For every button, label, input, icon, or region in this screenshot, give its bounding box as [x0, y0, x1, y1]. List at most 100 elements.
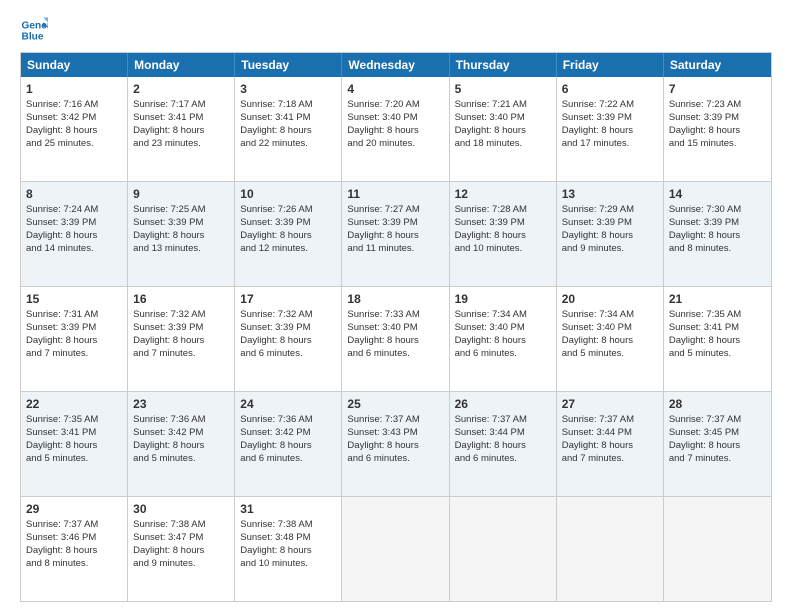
day-number: 5: [455, 81, 551, 97]
day-info-line: Sunrise: 7:35 AM: [669, 309, 766, 322]
header-day-sunday: Sunday: [21, 53, 128, 77]
day-cell-31: 31Sunrise: 7:38 AMSunset: 3:48 PMDayligh…: [235, 497, 342, 601]
day-info-line: Daylight: 8 hours: [562, 125, 658, 138]
header-day-thursday: Thursday: [450, 53, 557, 77]
day-info-line: Sunset: 3:39 PM: [133, 217, 229, 230]
day-info-line: Sunrise: 7:34 AM: [455, 309, 551, 322]
day-info-line: Daylight: 8 hours: [347, 125, 443, 138]
day-info-line: Daylight: 8 hours: [669, 125, 766, 138]
day-info-line: Sunset: 3:40 PM: [347, 112, 443, 125]
day-number: 19: [455, 291, 551, 307]
day-info-line: Sunrise: 7:37 AM: [347, 414, 443, 427]
day-cell-27: 27Sunrise: 7:37 AMSunset: 3:44 PMDayligh…: [557, 392, 664, 496]
day-number: 25: [347, 396, 443, 412]
day-info-line: Sunrise: 7:23 AM: [669, 99, 766, 112]
day-number: 20: [562, 291, 658, 307]
day-info-line: Daylight: 8 hours: [562, 440, 658, 453]
calendar-row-2: 8Sunrise: 7:24 AMSunset: 3:39 PMDaylight…: [21, 182, 771, 287]
day-info-line: Daylight: 8 hours: [26, 230, 122, 243]
day-number: 9: [133, 186, 229, 202]
day-info-line: Sunset: 3:40 PM: [455, 112, 551, 125]
day-info-line: Sunset: 3:44 PM: [455, 427, 551, 440]
header-day-saturday: Saturday: [664, 53, 771, 77]
day-info-line: Sunrise: 7:28 AM: [455, 204, 551, 217]
day-info-line: and 15 minutes.: [669, 138, 766, 151]
day-info-line: Daylight: 8 hours: [455, 335, 551, 348]
empty-cell: [557, 497, 664, 601]
day-number: 2: [133, 81, 229, 97]
day-cell-12: 12Sunrise: 7:28 AMSunset: 3:39 PMDayligh…: [450, 182, 557, 286]
day-info-line: Daylight: 8 hours: [240, 335, 336, 348]
day-info-line: and 9 minutes.: [562, 243, 658, 256]
day-cell-29: 29Sunrise: 7:37 AMSunset: 3:46 PMDayligh…: [21, 497, 128, 601]
day-cell-6: 6Sunrise: 7:22 AMSunset: 3:39 PMDaylight…: [557, 77, 664, 181]
day-cell-24: 24Sunrise: 7:36 AMSunset: 3:42 PMDayligh…: [235, 392, 342, 496]
day-number: 17: [240, 291, 336, 307]
day-info-line: Sunset: 3:40 PM: [562, 322, 658, 335]
day-info-line: Sunset: 3:47 PM: [133, 532, 229, 545]
day-cell-23: 23Sunrise: 7:36 AMSunset: 3:42 PMDayligh…: [128, 392, 235, 496]
day-info-line: Sunset: 3:42 PM: [26, 112, 122, 125]
day-info-line: and 14 minutes.: [26, 243, 122, 256]
day-info-line: Sunrise: 7:32 AM: [133, 309, 229, 322]
day-info-line: Sunset: 3:41 PM: [240, 112, 336, 125]
day-info-line: Sunrise: 7:33 AM: [347, 309, 443, 322]
day-info-line: and 5 minutes.: [133, 453, 229, 466]
day-info-line: Sunrise: 7:38 AM: [240, 519, 336, 532]
day-cell-1: 1 Sunrise: 7:16 AMSunset: 3:42 PMDaylight…: [21, 77, 128, 181]
day-info-line: and 5 minutes.: [26, 453, 122, 466]
logo-icon: General Blue: [20, 16, 48, 44]
day-info-line: Daylight: 8 hours: [240, 440, 336, 453]
day-info-line: Sunset: 3:43 PM: [347, 427, 443, 440]
calendar-row-4: 22Sunrise: 7:35 AMSunset: 3:41 PMDayligh…: [21, 392, 771, 497]
day-cell-10: 10Sunrise: 7:26 AMSunset: 3:39 PMDayligh…: [235, 182, 342, 286]
day-info-line: Sunset: 3:48 PM: [240, 532, 336, 545]
calendar: SundayMondayTuesdayWednesdayThursdayFrid…: [20, 52, 772, 602]
day-info-line: Sunset: 3:39 PM: [669, 112, 766, 125]
day-info-line: Daylight: 8 hours: [669, 335, 766, 348]
day-info-line: Daylight: 8 hours: [240, 230, 336, 243]
day-info-line: and 18 minutes.: [455, 138, 551, 151]
page: General Blue SundayMondayTuesdayWednesda…: [0, 0, 792, 612]
day-info-line: Sunrise: 7:34 AM: [562, 309, 658, 322]
day-info-line: Sunset: 3:39 PM: [26, 217, 122, 230]
day-info-line: and 7 minutes.: [562, 453, 658, 466]
day-info-line: Daylight: 8 hours: [26, 440, 122, 453]
day-cell-7: 7 Sunrise: 7:23 AMSunset: 3:39 PMDaylight…: [664, 77, 771, 181]
day-info-line: Sunrise: 7:16 AM: [26, 99, 122, 112]
day-number: 7: [669, 81, 766, 97]
day-info-line: Sunset: 3:46 PM: [26, 532, 122, 545]
day-info-line: and 23 minutes.: [133, 138, 229, 151]
day-info-line: and 8 minutes.: [669, 243, 766, 256]
day-number: 1: [26, 81, 122, 97]
day-number: 24: [240, 396, 336, 412]
day-number: 10: [240, 186, 336, 202]
day-info-line: and 17 minutes.: [562, 138, 658, 151]
header: General Blue: [20, 16, 772, 44]
day-info-line: Daylight: 8 hours: [26, 125, 122, 138]
day-cell-30: 30Sunrise: 7:38 AMSunset: 3:47 PMDayligh…: [128, 497, 235, 601]
day-info-line: Sunset: 3:42 PM: [240, 427, 336, 440]
day-info-line: Daylight: 8 hours: [347, 335, 443, 348]
day-info-line: and 22 minutes.: [240, 138, 336, 151]
day-number: 3: [240, 81, 336, 97]
day-number: 21: [669, 291, 766, 307]
calendar-row-1: 1Sunrise: 7:16 AMSunset: 3:42 PMDaylight…: [21, 77, 771, 182]
day-info-line: Sunset: 3:39 PM: [455, 217, 551, 230]
day-number: 22: [26, 396, 122, 412]
header-day-tuesday: Tuesday: [235, 53, 342, 77]
calendar-row-5: 29Sunrise: 7:37 AMSunset: 3:46 PMDayligh…: [21, 497, 771, 601]
day-info-line: and 20 minutes.: [347, 138, 443, 151]
day-number: 28: [669, 396, 766, 412]
day-info-line: and 6 minutes.: [347, 348, 443, 361]
day-info-line: Sunrise: 7:24 AM: [26, 204, 122, 217]
day-info-line: and 6 minutes.: [240, 348, 336, 361]
header-day-friday: Friday: [557, 53, 664, 77]
day-cell-21: 21Sunrise: 7:35 AMSunset: 3:41 PMDayligh…: [664, 287, 771, 391]
day-info-line: Sunset: 3:41 PM: [133, 112, 229, 125]
day-info-line: Daylight: 8 hours: [240, 125, 336, 138]
day-info-line: Daylight: 8 hours: [133, 125, 229, 138]
day-info-line: Daylight: 8 hours: [133, 230, 229, 243]
day-info-line: Daylight: 8 hours: [26, 335, 122, 348]
day-info-line: Daylight: 8 hours: [26, 545, 122, 558]
